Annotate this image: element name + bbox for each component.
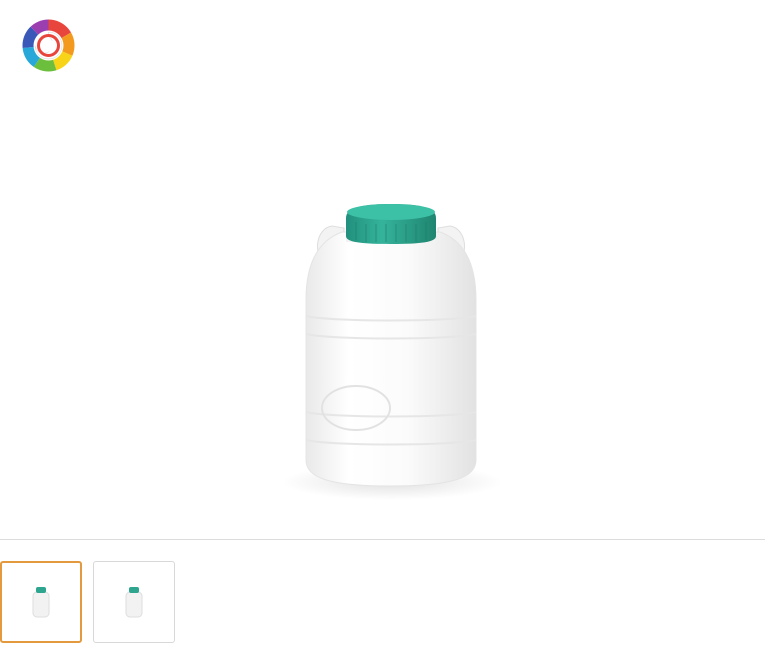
thumbnail-strip xyxy=(0,561,175,645)
product-gallery xyxy=(0,0,765,646)
main-product-image[interactable] xyxy=(0,0,765,540)
canister-thumbnail-icon xyxy=(125,587,143,618)
thumbnail-1[interactable] xyxy=(0,561,82,643)
gallery-divider xyxy=(0,539,765,540)
canister-thumbnail-icon xyxy=(32,587,50,618)
thumbnail-2[interactable] xyxy=(93,561,175,643)
